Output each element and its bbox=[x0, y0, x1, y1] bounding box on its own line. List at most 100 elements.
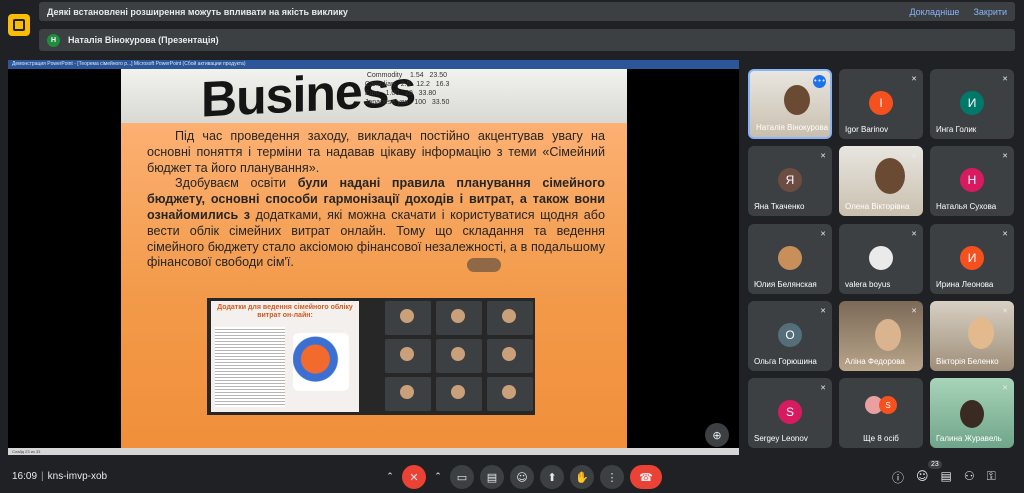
bottom-bar: 16:09 | kns-imvp-xob ⌃ ✕ ⌃ ▭ ▤ ☺ ⬆ ✋ ⋮ ☎ ⓘ… bbox=[0, 461, 1024, 493]
participant-photo bbox=[960, 400, 984, 428]
slide-text: Під час проведення заходу, викладач пост… bbox=[147, 129, 605, 271]
more-options-button[interactable]: ⋮ bbox=[600, 465, 624, 489]
thumb-tile bbox=[487, 301, 533, 335]
thumb-tile bbox=[385, 339, 431, 373]
more-participants-tile[interactable]: S Ще 8 осіб bbox=[839, 378, 923, 448]
camera-button[interactable]: ▭ bbox=[450, 465, 474, 489]
participant-avatar: И bbox=[960, 246, 984, 270]
thumb-tile bbox=[436, 339, 482, 373]
participant-tile[interactable]: ✕ Аліна Федорова bbox=[839, 301, 923, 371]
cursor-highlight bbox=[467, 258, 501, 272]
participant-tile[interactable]: ✕ И Инга Голик bbox=[930, 69, 1014, 139]
mic-off-icon: ✕ bbox=[820, 307, 826, 315]
chat-icon[interactable]: ▤ bbox=[941, 469, 952, 486]
captions-button[interactable]: ▤ bbox=[480, 465, 504, 489]
apps-slide-thumbnail: Додатки для ведення сімейного обліку вит… bbox=[211, 301, 359, 412]
warning-text: Деякі встановлені розширення можуть впли… bbox=[47, 6, 348, 17]
participant-tile[interactable]: ✕ S Sergey Leonov bbox=[748, 378, 832, 448]
chevron-up-icon[interactable]: ⌃ bbox=[384, 465, 396, 489]
participant-tile[interactable]: ✕ valera boyus bbox=[839, 224, 923, 294]
learn-more-link[interactable]: Докладніше bbox=[909, 7, 959, 17]
powerpoint-statusbar: Слайд 23 из 33 bbox=[8, 448, 739, 455]
meet-grid-thumbnail bbox=[385, 301, 533, 412]
info-icon[interactable]: ⓘ bbox=[892, 469, 904, 486]
participant-tile[interactable]: ✕ О Ольга Горюшина bbox=[748, 301, 832, 371]
participant-avatar: S bbox=[778, 400, 802, 424]
activities-icon[interactable]: ⚇ bbox=[964, 469, 975, 486]
mic-off-icon: ✕ bbox=[820, 230, 826, 238]
emoji-button[interactable]: ☺ bbox=[510, 465, 534, 489]
participant-tile[interactable]: ✕ Н Наталья Сухова bbox=[930, 146, 1014, 216]
participant-avatar bbox=[869, 246, 893, 270]
mic-off-icon: ✕ bbox=[911, 152, 917, 160]
meet-logo-icon bbox=[8, 14, 30, 36]
participant-photo bbox=[968, 317, 994, 349]
chevron-up-icon[interactable]: ⌃ bbox=[432, 465, 444, 489]
mic-off-icon: ✕ bbox=[1002, 152, 1008, 160]
participant-name: Igor Barinov bbox=[845, 125, 889, 134]
clock: 16:09 bbox=[12, 471, 38, 482]
top-bar: Деякі встановлені розширення можуть впли… bbox=[0, 0, 1024, 56]
paragraph-1: Під час проведення заходу, викладач пост… bbox=[147, 129, 605, 175]
participant-tile[interactable]: ✕ Галина Журавель bbox=[930, 378, 1014, 448]
mic-off-icon: ✕ bbox=[911, 230, 917, 238]
shared-screen: Демонстрация PowerPoint - [Теорема сімей… bbox=[8, 60, 739, 455]
participant-name: Яна Ткаченко bbox=[754, 202, 805, 211]
inset-screenshot: Додатки для ведення сімейного обліку вит… bbox=[207, 298, 535, 415]
thumb-tile bbox=[385, 377, 431, 411]
participant-name: Галина Журавель bbox=[936, 434, 1002, 443]
mic-off-icon: ✕ bbox=[820, 384, 826, 392]
participant-tile[interactable]: ✕ Олена Вікторівна bbox=[839, 146, 923, 216]
paragraph-2: Здобуваєм освіти були надані правила пла… bbox=[147, 176, 605, 270]
mic-off-icon: ✕ bbox=[1002, 307, 1008, 315]
people-count-badge: 23 bbox=[928, 460, 942, 469]
newspaper-image: Business Commodity 1.54 23.50 Canadian 2… bbox=[121, 69, 627, 123]
host-controls-icon[interactable]: ⚿ bbox=[987, 469, 996, 486]
participant-name: Sergey Leonov bbox=[754, 434, 808, 443]
raise-hand-button[interactable]: ✋ bbox=[570, 465, 594, 489]
more-options-icon[interactable]: ••• bbox=[813, 75, 826, 88]
participant-tile[interactable]: ✕ Юлия Белянская bbox=[748, 224, 832, 294]
present-button[interactable]: ⬆ bbox=[540, 465, 564, 489]
participant-tile[interactable]: ✕ Я Яна Ткаченко bbox=[748, 146, 832, 216]
participant-name: Наталья Сухова bbox=[936, 202, 997, 211]
participant-avatar: И bbox=[960, 91, 984, 115]
mic-off-icon: ✕ bbox=[820, 152, 826, 160]
close-warning-link[interactable]: Закрити bbox=[973, 7, 1007, 17]
thumb-tile bbox=[487, 339, 533, 373]
participant-name: Юлия Белянская bbox=[754, 280, 817, 289]
participant-name: valera boyus bbox=[845, 280, 891, 289]
more-participants-label: Ще 8 осіб bbox=[863, 434, 899, 443]
side-controls: ⓘ ☺ ▤ ⚇ ⚿ bbox=[892, 469, 996, 486]
thumb-tile bbox=[385, 301, 431, 335]
meeting-info: 16:09 | kns-imvp-xob bbox=[12, 471, 108, 482]
participant-tile[interactable]: ✕ Вікторія Беленко bbox=[930, 301, 1014, 371]
presentation-slide: Business Commodity 1.54 23.50 Canadian 2… bbox=[121, 69, 627, 448]
participant-avatar: Я bbox=[778, 168, 802, 192]
participant-photo bbox=[875, 319, 901, 351]
participant-avatar bbox=[778, 246, 802, 270]
participant-tile[interactable]: ••• Наталія Вінокурова bbox=[748, 69, 832, 139]
participant-avatar: О bbox=[778, 323, 802, 347]
participant-tile[interactable]: ✕ И Ирина Леонова bbox=[930, 224, 1014, 294]
meeting-code: kns-imvp-xob bbox=[47, 471, 108, 482]
end-call-button[interactable]: ☎ bbox=[630, 465, 662, 489]
people-icon[interactable]: ☺ bbox=[916, 469, 929, 486]
participant-name: Наталія Вінокурова bbox=[756, 123, 829, 132]
participant-name: Вікторія Беленко bbox=[936, 357, 999, 366]
mic-off-icon: ✕ bbox=[911, 307, 917, 315]
participant-avatar: Н bbox=[960, 168, 984, 192]
participant-avatar: S bbox=[879, 396, 897, 414]
presenter-label: Наталія Вінокурова (Презентація) bbox=[68, 35, 219, 45]
inset-text-block bbox=[215, 327, 285, 407]
participant-tile[interactable]: ✕ I Igor Barinov bbox=[839, 69, 923, 139]
zoom-icon[interactable]: ⊕ bbox=[705, 423, 729, 447]
extension-warning-banner: Деякі встановлені розширення можуть впли… bbox=[39, 2, 1015, 21]
participant-photo bbox=[875, 158, 905, 194]
thumb-tile bbox=[436, 377, 482, 411]
mic-off-icon: ✕ bbox=[1002, 75, 1008, 83]
mic-off-button[interactable]: ✕ bbox=[402, 465, 426, 489]
mic-off-icon: ✕ bbox=[1002, 384, 1008, 392]
thumb-tile bbox=[487, 377, 533, 411]
call-controls: ⌃ ✕ ⌃ ▭ ▤ ☺ ⬆ ✋ ⋮ ☎ bbox=[384, 465, 662, 489]
